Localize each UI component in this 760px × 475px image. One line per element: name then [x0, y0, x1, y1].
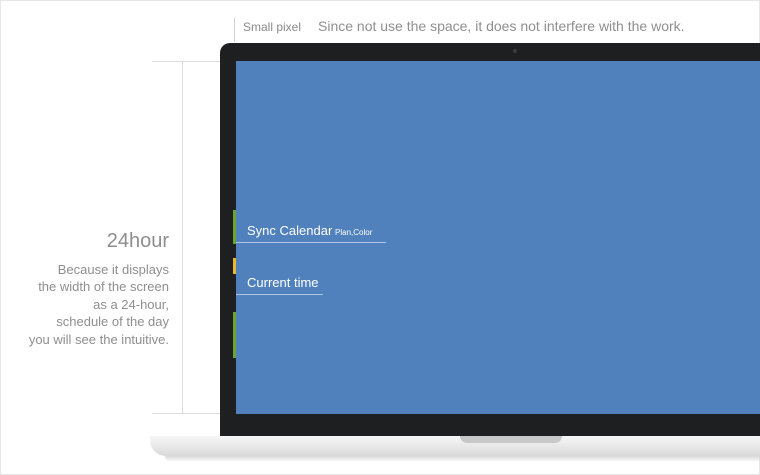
top-annotation-description: Since not use the space, it does not int…: [318, 18, 685, 34]
camera-icon: [513, 49, 517, 53]
dimension-line-top: [152, 61, 228, 62]
top-annotation-tick: [234, 18, 235, 42]
laptop-base-notch: [460, 436, 562, 443]
sync-calendar-label: Sync Calendar: [247, 223, 333, 238]
current-time-marker[interactable]: [233, 258, 236, 274]
current-time-label: Current time: [247, 275, 319, 290]
current-time-underline: [236, 294, 323, 295]
laptop-lid: [220, 43, 760, 436]
sync-calendar-subtitle: Plan,Color: [335, 228, 373, 237]
laptop-shadow: [165, 456, 760, 462]
24hour-description: Because it displays the width of the scr…: [28, 262, 169, 347]
calendar-event-marker-2[interactable]: [233, 312, 236, 358]
calendar-event-marker[interactable]: [233, 210, 236, 244]
sync-calendar-underline: [236, 242, 386, 243]
dimension-line-vertical: [182, 61, 183, 413]
laptop-base: [150, 436, 760, 456]
24hour-title: 24hour: [106, 230, 169, 252]
small-pixel-label: Small pixel: [243, 20, 302, 34]
dimension-line-bottom: [152, 413, 228, 414]
